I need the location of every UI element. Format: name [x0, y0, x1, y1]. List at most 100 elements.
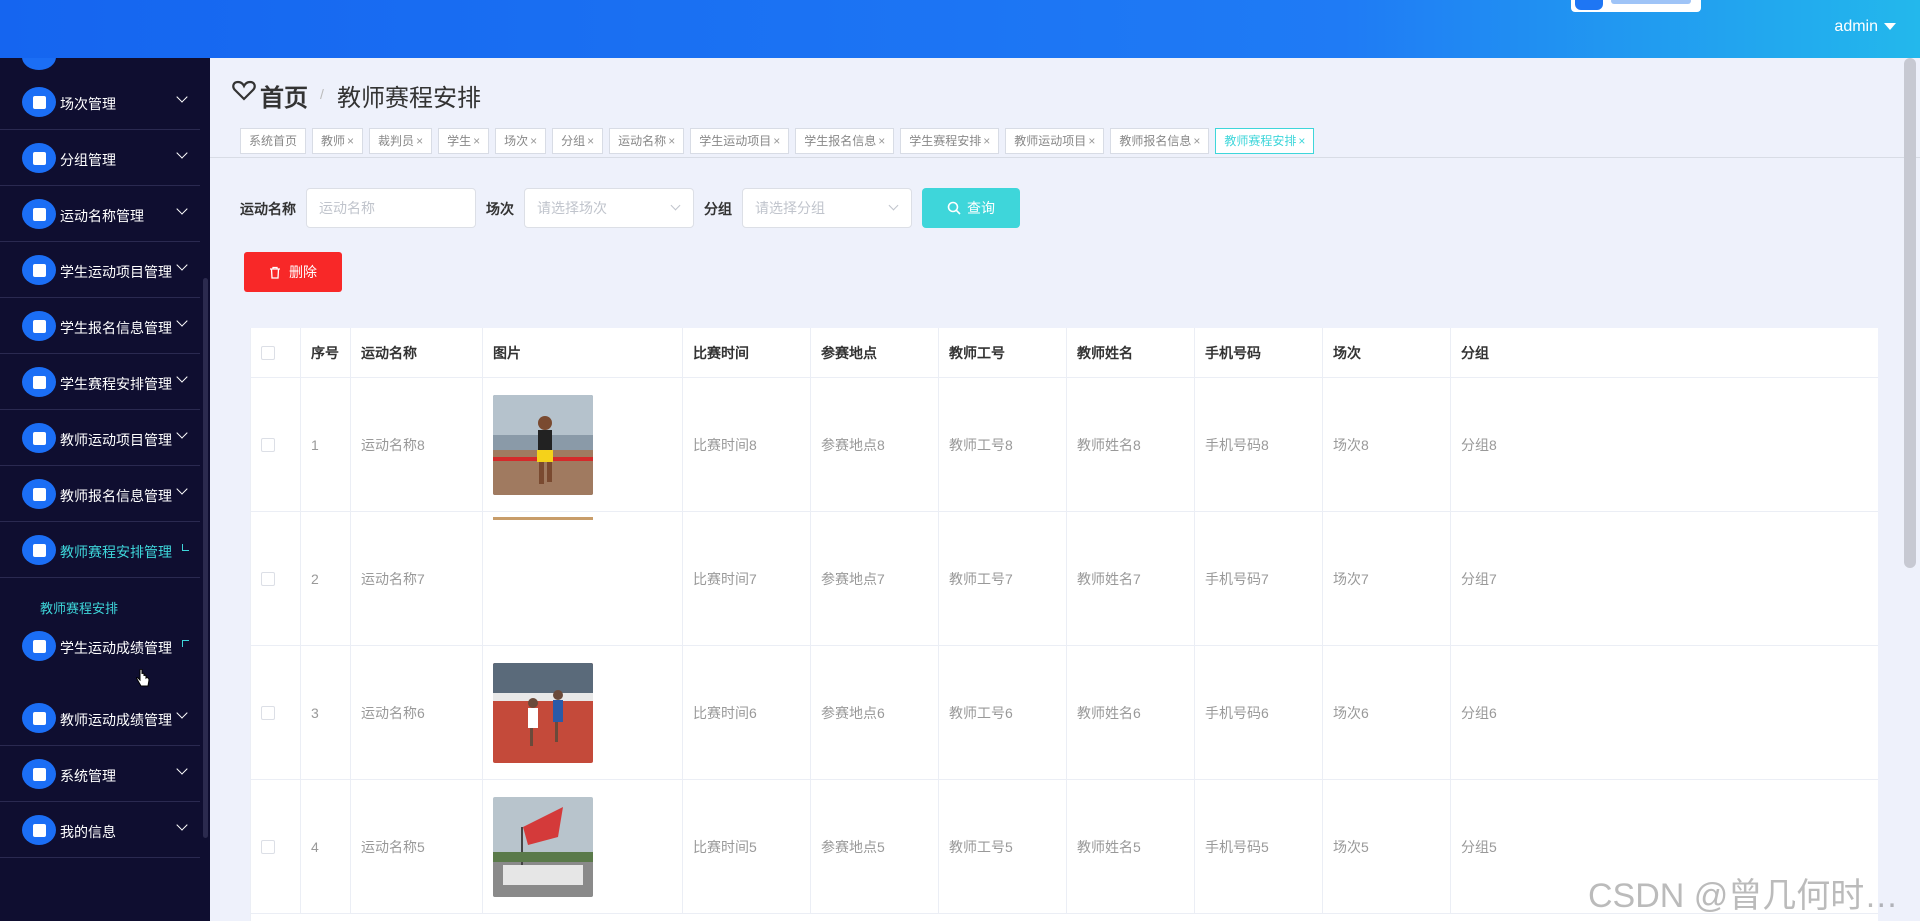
sidebar-item-5[interactable]: 学生赛程安排管理 [0, 354, 200, 410]
page-scrollbar[interactable] [1904, 58, 1916, 568]
close-icon[interactable]: × [587, 129, 594, 153]
close-icon[interactable]: × [1193, 129, 1200, 153]
chevron-down-icon [176, 315, 188, 327]
sidebar-item-3[interactable]: 学生运动项目管理 [0, 242, 200, 298]
tag-1[interactable]: 教师 × [312, 128, 364, 154]
header-checkbox-cell [251, 328, 301, 377]
cell-tid: 教师工号5 [939, 780, 1067, 913]
cell-group: 分组6 [1451, 646, 1878, 779]
monitor-icon [22, 759, 56, 789]
query-button[interactable]: 查询 [922, 188, 1020, 228]
cell-phone: 手机号码8 [1195, 378, 1323, 511]
cell-tid: 教师工号8 [939, 378, 1067, 511]
sidebar-item-label: 教师赛程安排管理 [60, 544, 172, 560]
row-checkbox[interactable] [261, 839, 275, 854]
tag-0[interactable]: 系统首页 [240, 128, 307, 154]
cell-image [483, 378, 683, 511]
sidebar-item-4[interactable]: 学生报名信息管理 [0, 298, 200, 354]
cell-time: 比赛时间5 [683, 780, 811, 913]
group-select[interactable]: 请选择分组 [742, 188, 912, 228]
close-icon[interactable]: × [668, 129, 675, 153]
batch-delete-button[interactable]: 删除 [244, 252, 342, 292]
column-header: 教师姓名 [1067, 328, 1195, 377]
tag-label: 教师运动项目 [1014, 134, 1087, 148]
sidebar-item-7[interactable]: 教师报名信息管理 [0, 466, 200, 522]
sidebar: 场次管理 分组管理 运动名称管理 学生运动项目管理 学生报名信息管理 学生赛程安排管理 教师… [0, 58, 210, 921]
cell-time: 比赛时间8 [683, 378, 811, 511]
monitor-icon [22, 87, 56, 117]
sidebar-item-8[interactable]: 教师赛程安排管理 [0, 522, 200, 578]
close-icon[interactable]: × [878, 129, 885, 153]
chevron-down-icon [176, 427, 188, 439]
username: admin [1834, 18, 1878, 35]
breadcrumb-separator: / [320, 86, 324, 102]
tag-label: 裁判员 [378, 134, 415, 148]
cell-group: 分组8 [1451, 378, 1878, 511]
search-name-input[interactable]: 运动名称 [306, 188, 476, 228]
tag-label: 学生赛程安排 [909, 134, 982, 148]
close-icon[interactable]: × [1298, 129, 1305, 153]
chevron-icon [182, 640, 189, 647]
sidebar-scrollbar[interactable] [203, 278, 208, 838]
close-icon[interactable]: × [347, 129, 354, 153]
tag-2[interactable]: 裁判员 × [369, 128, 433, 154]
breadcrumb-home[interactable]: 首页 [260, 78, 308, 113]
tag-12[interactable]: 教师赛程安排 × [1215, 128, 1315, 154]
sidebar-item-10[interactable]: 教师运动成绩管理 [0, 690, 200, 746]
cell-session: 场次5 [1323, 780, 1451, 913]
tag-4[interactable]: 场次 × [495, 128, 547, 154]
cell-time: 比赛时间6 [683, 646, 811, 779]
grid-icon [22, 143, 56, 173]
badge-text [1611, 0, 1691, 4]
tag-6[interactable]: 运动名称 × [609, 128, 685, 154]
close-icon[interactable]: × [1088, 129, 1095, 153]
row-checkbox[interactable] [261, 571, 275, 586]
tag-10[interactable]: 教师运动项目 × [1005, 128, 1105, 154]
sidebar-item-9[interactable]: 学生运动成绩管理 [0, 618, 200, 674]
close-icon[interactable]: × [473, 129, 480, 153]
sidebar-item-label: 学生赛程安排管理 [60, 376, 172, 392]
sidebar-item-label: 教师运动成绩管理 [60, 712, 172, 728]
select-all-checkbox[interactable] [261, 345, 275, 360]
user-menu[interactable]: admin [1834, 18, 1896, 36]
cell-tid: 教师工号7 [939, 512, 1067, 645]
cell-session: 场次8 [1323, 378, 1451, 511]
sidebar-subitem-teacher-schedule[interactable]: 教师赛程安排 [40, 598, 118, 617]
close-icon[interactable]: × [773, 129, 780, 153]
tag-7[interactable]: 学生运动项目 × [690, 128, 790, 154]
chevron-down-icon [176, 203, 188, 215]
session-select[interactable]: 请选择场次 [524, 188, 694, 228]
close-icon[interactable]: × [983, 129, 990, 153]
sidebar-item-label: 教师运动项目管理 [60, 432, 172, 448]
tag-label: 教师报名信息 [1119, 134, 1192, 148]
tag-11[interactable]: 教师报名信息 × [1110, 128, 1210, 154]
sport-photo [493, 796, 593, 897]
chevron-down-icon [176, 259, 188, 271]
cell-place: 参赛地点6 [811, 646, 939, 779]
close-icon[interactable]: × [416, 129, 423, 153]
group-select-placeholder: 请选择分组 [755, 200, 825, 216]
column-header: 参赛地点 [811, 328, 939, 377]
sidebar-item-1[interactable]: 分组管理 [0, 130, 200, 186]
row-checkbox[interactable] [261, 705, 275, 720]
chevron-down-icon [176, 483, 188, 495]
clipboard-icon [22, 423, 56, 453]
sidebar-item-0[interactable]: 场次管理 [0, 74, 200, 130]
tag-9[interactable]: 学生赛程安排 × [900, 128, 1000, 154]
sidebar-item-11[interactable]: 系统管理 [0, 746, 200, 802]
cell-image [483, 512, 683, 645]
session-select-placeholder: 请选择场次 [537, 200, 607, 216]
sport-photo [493, 662, 593, 763]
cell-image [483, 646, 683, 779]
cell-tid: 教师工号6 [939, 646, 1067, 779]
tag-3[interactable]: 学生 × [438, 128, 490, 154]
tag-8[interactable]: 学生报名信息 × [795, 128, 895, 154]
sidebar-item-6[interactable]: 教师运动项目管理 [0, 410, 200, 466]
close-icon[interactable]: × [530, 129, 537, 153]
book-icon [22, 479, 56, 509]
tag-5[interactable]: 分组 × [552, 128, 604, 154]
sidebar-item-12[interactable]: 我的信息 [0, 802, 200, 858]
header-badge [1571, 0, 1701, 12]
row-checkbox[interactable] [261, 437, 275, 452]
sidebar-item-2[interactable]: 运动名称管理 [0, 186, 200, 242]
